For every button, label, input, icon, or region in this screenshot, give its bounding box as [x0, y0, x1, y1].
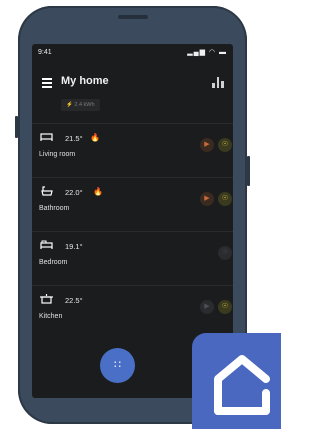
- home-app-icon: [192, 333, 281, 429]
- room-temperature: 22.5°: [65, 296, 83, 305]
- bed-icon: [40, 240, 53, 249]
- add-device-button[interactable]: ∷: [100, 348, 135, 383]
- room-name: Living room: [39, 151, 76, 158]
- energy-badge: ⚡ 2.4 kWh: [61, 99, 100, 111]
- bathtub-icon: [41, 186, 53, 196]
- room-card-living-room[interactable]: 21.5° 🔥 Living room ▶ ☉: [32, 124, 233, 177]
- cooking-pot-icon: [40, 294, 53, 304]
- room-card-kitchen[interactable]: 22.5° Kitchen ▶ ☉: [32, 286, 233, 339]
- volume-button: [15, 116, 18, 138]
- status-bar: 9:41 ▂▄▆ ◠ ▬: [32, 44, 233, 60]
- room-name: Bedroom: [39, 259, 68, 266]
- sofa-icon: [40, 133, 53, 141]
- bulb-icon[interactable]: ☉: [218, 192, 232, 206]
- flame-icon: 🔥: [93, 187, 103, 196]
- room-name: Bathroom: [39, 205, 70, 212]
- room-temperature: 21.5°: [65, 134, 83, 143]
- power-button: [247, 156, 250, 186]
- menu-icon[interactable]: [42, 78, 52, 90]
- page-title: My home: [61, 75, 109, 87]
- house-icon: [214, 355, 270, 415]
- stats-icon[interactable]: [212, 77, 224, 88]
- status-time: 9:41: [38, 49, 52, 56]
- speaker-grille: [118, 15, 148, 19]
- room-card-bathroom[interactable]: 22.0° 🔥 Bathroom ▶ ☉: [32, 178, 233, 231]
- play-icon[interactable]: ▶: [200, 138, 214, 152]
- room-temperature: 19.1°: [65, 242, 83, 251]
- app-header: My home: [32, 74, 233, 94]
- play-icon[interactable]: ▶: [200, 300, 214, 314]
- bulb-icon[interactable]: ☉: [218, 138, 232, 152]
- bulb-icon[interactable]: ☉: [218, 246, 232, 260]
- room-name: Kitchen: [39, 313, 63, 320]
- room-card-bedroom[interactable]: 19.1° Bedroom ☉: [32, 232, 233, 285]
- bulb-icon[interactable]: ☉: [218, 300, 232, 314]
- room-temperature: 22.0°: [65, 188, 83, 197]
- play-icon[interactable]: ▶: [200, 192, 214, 206]
- status-icons: ▂▄▆ ◠ ▬: [187, 49, 227, 56]
- flame-icon: 🔥: [90, 133, 100, 142]
